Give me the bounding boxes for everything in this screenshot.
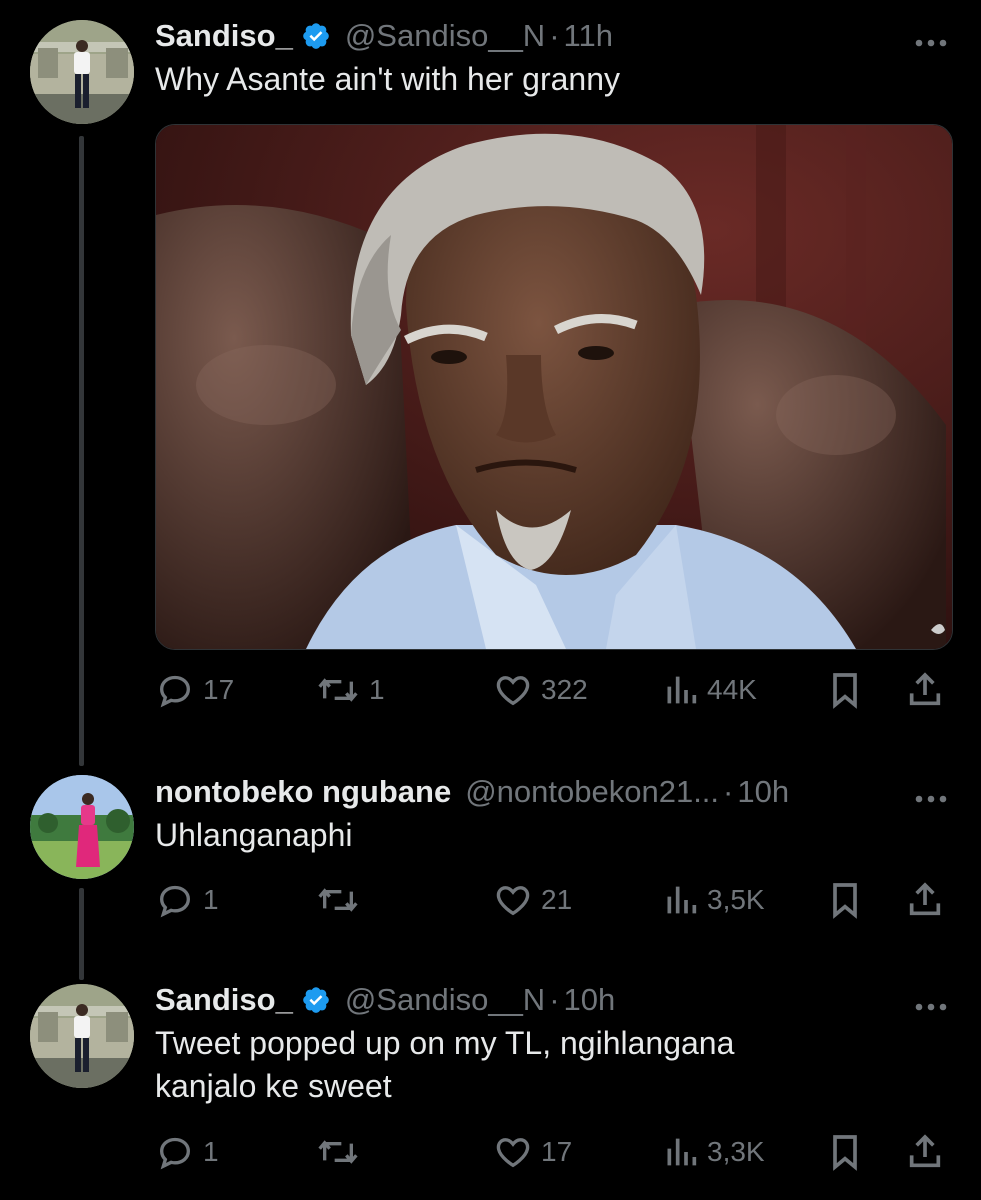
reply-count: 17 — [203, 674, 235, 705]
tweet-text-line: Tweet popped up on my TL, ngihlangana — [155, 1025, 735, 1061]
bookmark-icon — [833, 883, 857, 919]
repost-count: 1 — [369, 674, 385, 705]
avatar-photo — [30, 20, 134, 124]
reply-button[interactable]: 1 — [155, 1130, 219, 1174]
reply-button[interactable]: 1 — [155, 878, 219, 922]
bookmark-icon — [833, 673, 857, 709]
bookmark-button[interactable] — [827, 668, 863, 712]
views-count: 44K — [707, 674, 757, 705]
share-button[interactable] — [905, 1130, 945, 1174]
share-icon — [909, 672, 941, 706]
photo-elderly-man-leather-chair — [156, 125, 952, 649]
handle[interactable]: @Sandiso__N — [345, 16, 545, 56]
tweet-header: Sandiso_ @Sandiso__N · 10h — [155, 980, 951, 1020]
repost-icon — [318, 1140, 358, 1164]
heart-icon — [496, 886, 530, 916]
tweet[interactable]: nontobeko ngubane @nontobekon21... · 10h… — [0, 760, 981, 960]
handle[interactable]: @Sandiso__N — [345, 980, 545, 1020]
separator: · — [723, 774, 734, 809]
views-bars-icon — [667, 1138, 697, 1166]
avatar[interactable] — [30, 775, 134, 879]
views-button[interactable]: 3,3K — [663, 1130, 765, 1174]
avatar-photo — [30, 775, 134, 879]
verified-badge-icon — [303, 987, 329, 1013]
like-button[interactable]: 21 — [493, 878, 572, 922]
like-count: 322 — [541, 674, 588, 705]
tweet-text-line: Uhlanganaphi — [155, 817, 353, 853]
views-bars-icon — [667, 886, 697, 914]
tweet[interactable]: Sandiso_ @Sandiso__N · 10h Tweet popped … — [0, 970, 981, 1200]
tweet-header: nontobeko ngubane @nontobekon21... · 10h — [155, 772, 951, 812]
more-dots-icon[interactable] — [911, 986, 951, 1016]
reply-count: 1 — [203, 884, 219, 915]
heart-icon — [496, 676, 530, 706]
views-count: 3,5K — [707, 884, 765, 915]
repost-button[interactable]: 1 — [315, 668, 385, 712]
bookmark-icon — [833, 1135, 857, 1171]
timestamp[interactable]: 10h — [564, 980, 616, 1020]
separator: · — [549, 982, 560, 1017]
tweet-text-line: Why Asante ain't with her granny — [155, 61, 621, 97]
repost-icon — [318, 678, 358, 702]
tweet[interactable]: Sandiso_ @Sandiso__N · 11h Why Asante ai… — [0, 0, 981, 740]
like-count: 21 — [541, 884, 573, 915]
heart-icon — [496, 1138, 530, 1168]
reply-bubble-icon — [159, 1137, 191, 1170]
repost-icon — [318, 888, 358, 912]
display-name[interactable]: Sandiso_ — [155, 980, 293, 1020]
views-bars-icon — [667, 676, 697, 704]
like-button[interactable]: 17 — [493, 1130, 572, 1174]
separator: · — [549, 18, 560, 53]
avatar[interactable] — [30, 20, 134, 124]
views-button[interactable]: 44K — [663, 668, 757, 712]
more-dots-icon[interactable] — [911, 22, 951, 52]
tweet-actions: 17 1 322 44K — [155, 668, 955, 712]
views-count: 3,3K — [707, 1136, 765, 1167]
repost-button[interactable] — [315, 878, 361, 922]
like-button[interactable]: 322 — [493, 668, 588, 712]
tweet-actions: 1 17 3,3K — [155, 1130, 955, 1174]
display-name[interactable]: nontobeko ngubane — [155, 772, 451, 812]
more-dots-icon[interactable] — [911, 778, 951, 808]
avatar[interactable] — [30, 984, 134, 1088]
share-button[interactable] — [905, 668, 945, 712]
tweet-media-image[interactable] — [155, 124, 953, 650]
share-icon — [909, 882, 941, 916]
share-icon — [909, 1134, 941, 1168]
bookmark-button[interactable] — [827, 878, 863, 922]
display-name[interactable]: Sandiso_ — [155, 16, 293, 56]
tweet-actions: 1 21 3,5K — [155, 878, 955, 922]
tweet-text: Tweet popped up on my TL, ngihlangana ka… — [155, 1022, 951, 1108]
tweet-text: Uhlanganaphi — [155, 814, 951, 857]
like-count: 17 — [541, 1136, 573, 1167]
reply-count: 1 — [203, 1136, 219, 1167]
handle[interactable]: @nontobekon21... — [465, 772, 719, 812]
tweet-header: Sandiso_ @Sandiso__N · 11h — [155, 16, 951, 56]
timestamp[interactable]: 10h — [737, 772, 789, 812]
reply-button[interactable]: 17 — [155, 668, 234, 712]
verified-badge-icon — [303, 23, 329, 49]
repost-button[interactable] — [315, 1130, 361, 1174]
reply-bubble-icon — [159, 675, 191, 708]
reply-bubble-icon — [159, 885, 191, 918]
bookmark-button[interactable] — [827, 1130, 863, 1174]
share-button[interactable] — [905, 878, 945, 922]
tweet-text: Why Asante ain't with her granny — [155, 58, 951, 101]
tweet-text-line: kanjalo ke sweet — [155, 1068, 392, 1104]
avatar-photo — [30, 984, 134, 1088]
timestamp[interactable]: 11h — [564, 16, 613, 56]
views-button[interactable]: 3,5K — [663, 878, 765, 922]
